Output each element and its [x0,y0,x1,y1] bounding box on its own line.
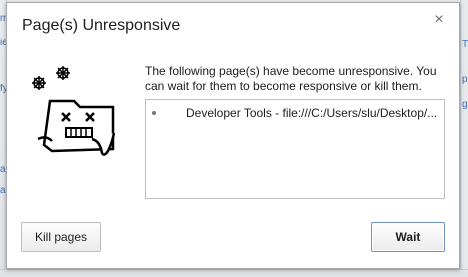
snowflake-icon [32,76,46,90]
unresponsive-pages-list[interactable]: Developer Tools - file:///C:/Users/slu/D… [145,99,445,199]
background-window-bottom [0,269,468,277]
close-icon[interactable]: × [431,12,447,28]
background-text-fragment: T [462,40,468,50]
snowflake-icon [56,66,70,80]
background-window-right: T p g [460,0,468,277]
kill-pages-button[interactable]: Kill pages [21,222,101,252]
list-item[interactable]: Developer Tools - file:///C:/Users/slu/D… [146,106,444,120]
unresponsive-pages-dialog: Page(s) Unresponsive × The following pag… [6,2,460,269]
wait-button[interactable]: Wait [371,222,445,252]
bullet-icon [152,111,156,115]
dialog-title: Page(s) Unresponsive [22,17,181,34]
dialog-message: The following page(s) have become unresp… [145,64,437,93]
page-title: Developer Tools - file:///C:/Users/slu/D… [186,106,438,120]
folder-shape [37,99,116,156]
sad-folder-illustration [32,66,116,156]
background-text-fragment: p [462,75,468,85]
background-text-fragment: g [462,100,468,110]
